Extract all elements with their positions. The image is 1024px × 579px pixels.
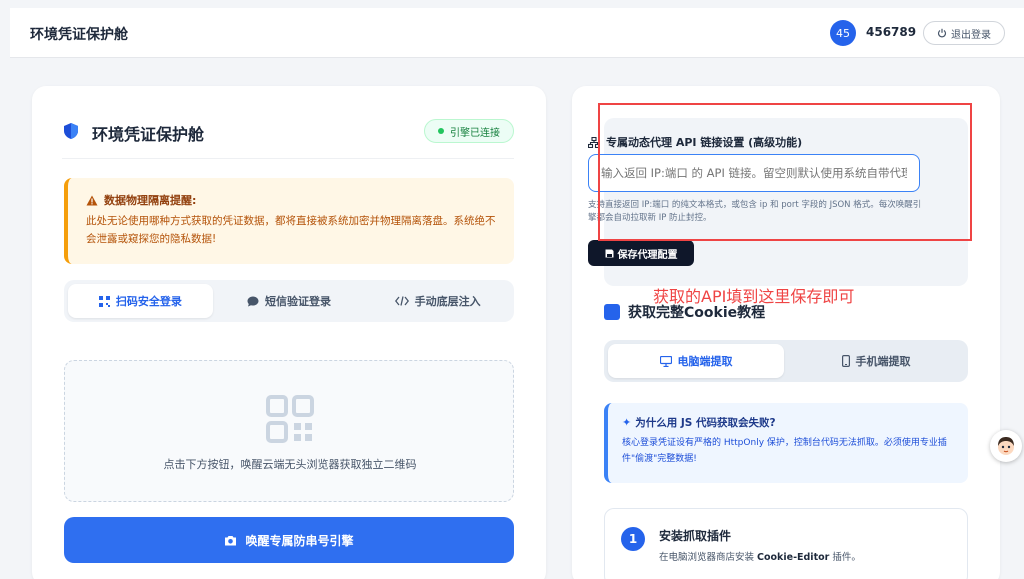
warning-text: 此处无论使用哪种方式获取的凭证数据，都将直接被系统加密并物理隔离落盘。系统绝不会… xyxy=(86,215,496,245)
qr-code-icon xyxy=(98,295,110,307)
sparkle-icon: ✦ xyxy=(622,416,632,429)
status-dot-icon xyxy=(438,128,444,134)
monitor-icon xyxy=(659,355,672,367)
tab-mobile[interactable]: 手机端提取 xyxy=(788,344,964,378)
info-box: ✦ 为什么用 JS 代码获取会失败? 核心登录凭证设有严格的 HttpOnly … xyxy=(604,403,968,483)
warning-box: 数据物理隔离提醒: 此处无论使用哪种方式获取的凭证数据，都将直接被系统加密并物理… xyxy=(64,178,514,264)
save-icon xyxy=(605,249,613,257)
warning-title-text: 数据物理隔离提醒: xyxy=(104,194,197,207)
code-icon xyxy=(394,296,409,306)
power-icon xyxy=(937,28,947,38)
step-title: 安装抓取插件 xyxy=(659,529,732,543)
avatar-face-icon xyxy=(998,437,1014,455)
tab-qr-login[interactable]: 扫码安全登录 xyxy=(68,284,213,318)
tab-mobile-label: 手机端提取 xyxy=(855,355,911,368)
proxy-hint: 支持直接返回 IP:端口 的纯文本格式，或包含 ip 和 port 字段的 JS… xyxy=(588,200,922,223)
proxy-title-text: 专属动态代理 API 链接设置 (高级功能) xyxy=(606,136,803,149)
tab-desktop-label: 电脑端提取 xyxy=(677,355,733,368)
book-icon xyxy=(604,304,620,320)
tab-sms-login-label: 短信验证登录 xyxy=(265,295,331,308)
device-tabs: 电脑端提取 手机端提取 xyxy=(604,340,968,382)
step-description: 在电脑浏览器商店安装 Cookie-Editor 插件。 xyxy=(659,549,861,563)
awake-engine-button[interactable]: 唤醒专属防串号引擎 xyxy=(64,517,514,563)
qr-placeholder-icon xyxy=(266,395,314,443)
save-proxy-label: 保存代理配置 xyxy=(617,249,678,261)
app-title: 环境凭证保护舱 xyxy=(30,27,128,43)
camera-icon xyxy=(225,535,237,545)
proxy-api-input[interactable] xyxy=(588,154,920,192)
user-avatar-badge[interactable]: 45 xyxy=(830,20,856,46)
network-icon xyxy=(588,136,600,148)
tab-manual-inject-label: 手动底层注入 xyxy=(414,295,481,308)
step-desc-prefix: 在电脑浏览器商店安装 xyxy=(659,552,758,563)
qr-code-area: 点击下方按钮，唤醒云端无头浏览器获取独立二维码 xyxy=(64,360,514,502)
chat-bubble-icon xyxy=(247,296,259,306)
tab-sms-login[interactable]: 短信验证登录 xyxy=(217,284,362,318)
info-text: 核心登录凭证设有严格的 HttpOnly 保护，控制台代码无法抓取。必须使用专业… xyxy=(622,438,947,464)
tab-manual-inject[interactable]: 手动底层注入 xyxy=(365,284,510,318)
status-badge: 引擎已连接 xyxy=(424,119,514,143)
username: 456789 xyxy=(866,25,917,39)
phone-icon xyxy=(841,355,850,367)
divider xyxy=(62,158,514,159)
status-label: 引擎已连接 xyxy=(450,127,500,139)
step-number: 1 xyxy=(621,527,645,551)
save-proxy-button[interactable]: 保存代理配置 xyxy=(588,240,694,266)
warning-icon xyxy=(86,195,98,205)
assistant-avatar-icon[interactable] xyxy=(990,430,1022,462)
settings-card: 专属动态代理 API 链接设置 (高级功能) 支持直接返回 IP:端口 的纯文本… xyxy=(572,86,1000,579)
tab-desktop[interactable]: 电脑端提取 xyxy=(608,344,784,378)
logout-button[interactable]: 退出登录 xyxy=(923,21,1005,45)
step-card: 1 安装抓取插件 在电脑浏览器商店安装 Cookie-Editor 插件。 xyxy=(604,508,968,579)
step-desc-plugin: Cookie-Editor xyxy=(757,552,830,563)
qr-caption: 点击下方按钮，唤醒云端无头浏览器获取独立二维码 xyxy=(163,458,417,471)
logout-label: 退出登录 xyxy=(951,29,991,41)
login-card: 环境凭证保护舱 引擎已连接 数据物理隔离提醒: 此处无论使用哪种方式获取的凭证数… xyxy=(32,86,546,579)
tab-qr-login-label: 扫码安全登录 xyxy=(115,295,182,308)
login-method-tabs: 扫码安全登录 短信验证登录 手动底层注入 xyxy=(64,280,514,322)
proxy-title: 专属动态代理 API 链接设置 (高级功能) xyxy=(588,134,802,150)
warning-title: 数据物理隔离提醒: xyxy=(86,192,496,208)
step-desc-suffix: 插件。 xyxy=(829,552,861,563)
top-bar: 环境凭证保护舱 45 456789 退出登录 xyxy=(10,8,1024,58)
awake-engine-label: 唤醒专属防串号引擎 xyxy=(245,533,354,548)
annotation-text: 获取的API填到这里保存即可 xyxy=(653,287,855,306)
shield-icon xyxy=(64,123,78,139)
card-title: 环境凭证保护舱 xyxy=(92,125,205,144)
info-title-text: 为什么用 JS 代码获取会失败? xyxy=(635,417,776,429)
info-title: ✦ 为什么用 JS 代码获取会失败? xyxy=(622,415,954,430)
